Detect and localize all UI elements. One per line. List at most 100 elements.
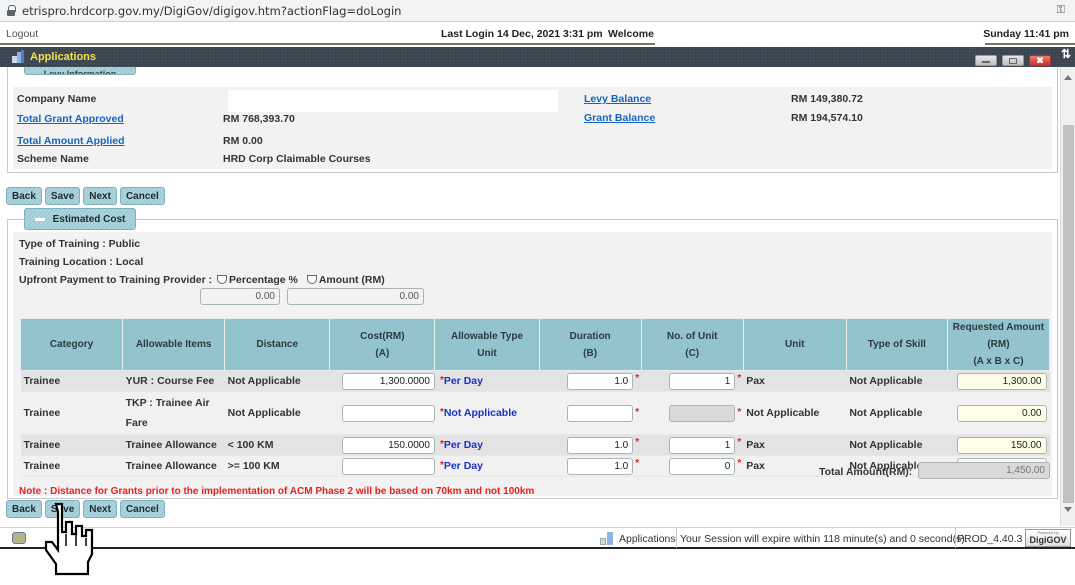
company-name-value (228, 90, 558, 112)
scroll-down-arrow-icon[interactable] (1064, 507, 1072, 512)
levy-information-tab[interactable]: Levy Information (24, 67, 136, 75)
cost-input[interactable]: 150.0000 (341, 436, 435, 454)
back-button[interactable]: Back (6, 187, 42, 205)
allowable-type-unit-cell: *Per Day (434, 370, 540, 392)
requested-amount-input: 1,300.00 (956, 372, 1047, 390)
duration-cell: 1.0 * (539, 370, 642, 392)
status-separator (676, 528, 677, 548)
levy-information-tab-label: Levy Information (43, 69, 117, 75)
requested-amount-cell: 1,300.00 (947, 370, 1050, 392)
column-header: Allowable Type Unit (434, 318, 540, 371)
total-amount-input: 1,450.00 (918, 462, 1050, 479)
distance-cell: Not Applicable (224, 391, 330, 435)
cost-input[interactable] (341, 404, 435, 422)
total-grant-approved-link[interactable]: Total Grant Approved (17, 113, 124, 125)
required-marker: * (635, 457, 640, 469)
column-header: No. of Unit (C) (640, 318, 744, 371)
column-header-text: Allowable Type (450, 330, 524, 342)
training-location: Training Location : Local (19, 256, 144, 268)
column-header: Duration (B) (538, 318, 642, 371)
upfront-amount-input[interactable]: 0.00 (287, 288, 424, 305)
no-of-unit-cell: 1 * (641, 434, 744, 456)
browser-address-bar[interactable]: etrispro.hrdcorp.gov.my/DigiGov/digigov.… (0, 0, 1075, 22)
logout-link[interactable]: Logout (6, 28, 38, 40)
window-title: Applications (30, 51, 97, 63)
table-row: Trainee TKP : Trainee Air Fare Not Appli… (20, 391, 1050, 435)
no-of-unit-input (669, 404, 736, 422)
column-header-text: Distance (256, 339, 299, 350)
column-header-text: Requested Amount (952, 322, 1045, 333)
swap-arrows-icon[interactable]: ⇅ (1061, 48, 1071, 60)
maximize-icon (1009, 57, 1017, 64)
upfront-percentage-input[interactable]: 0.00 (200, 288, 280, 305)
unit-cell: Pax (743, 434, 847, 456)
cost-input[interactable] (341, 457, 435, 475)
status-app-label[interactable]: Applications (619, 533, 676, 545)
total-amount-applied-link[interactable]: Total Amount Applied (17, 135, 125, 147)
levy-balance-link[interactable]: Levy Balance (584, 93, 651, 105)
no-of-unit-input[interactable]: 1 (669, 436, 736, 454)
welcome-text: Welcome (608, 28, 654, 40)
minimize-button[interactable] (975, 55, 997, 66)
column-header: Cost(RM) (A) (329, 318, 436, 371)
column-header-text: Cost(RM) (360, 330, 405, 342)
requested-amount-cell: 150.00 (947, 434, 1050, 456)
back-button-bottom[interactable]: Back (6, 500, 42, 518)
amount-radio[interactable] (306, 274, 317, 284)
close-button[interactable]: ✖ (1029, 55, 1051, 66)
scroll-up-arrow-icon[interactable] (1064, 75, 1072, 80)
required-marker: * (635, 407, 640, 418)
column-header-text: Category (49, 339, 94, 350)
category-cell: Trainee (20, 370, 123, 392)
key-icon[interactable]: ⚿ (1057, 4, 1065, 17)
distance-cell: Not Applicable (224, 370, 330, 392)
table-header-row: Category Allowable Items Distance Cost(RM) (… (19, 318, 1051, 371)
allowable-item-cell: Trainee Allowance (122, 455, 225, 477)
allowable-type-unit-cell: *Per Day (434, 434, 540, 456)
allowable-type-unit: Per Day (443, 375, 483, 387)
amount-radio-label: Amount (RM) (318, 274, 385, 286)
grant-balance-link[interactable]: Grant Balance (584, 112, 655, 124)
no-of-unit-cell: 0 * (641, 455, 744, 477)
duration-input[interactable]: 1.0 (567, 457, 634, 475)
no-of-unit-input[interactable]: 0 (669, 457, 736, 475)
cost-input[interactable]: 1,300.0000 (341, 372, 435, 390)
duration-input[interactable]: 1.0 (567, 436, 634, 454)
distance-note: Note : Distance for Grants prior to the … (19, 486, 535, 497)
category-cell: Trainee (20, 391, 123, 435)
percentage-radio[interactable] (217, 274, 228, 284)
current-datetime: Sunday 11:41 pm (983, 28, 1069, 40)
close-icon: ✖ (1036, 55, 1044, 65)
cancel-button[interactable]: Cancel (119, 187, 165, 205)
estimated-cost-tab[interactable]: Estimated Cost (24, 208, 136, 230)
required-marker: * (635, 372, 640, 384)
maximize-button[interactable] (1002, 55, 1024, 66)
required-marker: * (635, 436, 640, 448)
allowable-type-unit: Per Day (443, 460, 483, 472)
start-logo-icon[interactable] (12, 532, 26, 544)
category-cell: Trainee (20, 455, 123, 477)
cost-cell: 1,300.0000 (329, 370, 435, 392)
next-button[interactable]: Next (83, 187, 117, 205)
column-header-text: (A) (375, 347, 390, 359)
no-of-unit-input[interactable]: 1 (669, 372, 736, 390)
allowable-type-unit-cell: *Per Day (434, 455, 540, 477)
scheme-name-value: HRD Corp Claimable Courses (223, 153, 371, 165)
url-text[interactable]: etrispro.hrdcorp.gov.my/DigiGov/digigov.… (22, 4, 401, 18)
duration-input[interactable]: 1.0 (567, 372, 634, 390)
cost-cell (329, 391, 435, 435)
scrollbar-thumb[interactable] (1063, 125, 1074, 503)
type-of-skill-cell: Not Applicable (846, 391, 948, 435)
allowable-type-unit-cell: *Not Applicable (434, 391, 540, 435)
cost-cell (329, 455, 435, 477)
window-header: Applications ✖ ⇅ (0, 47, 1075, 67)
grant-balance-value: RM 194,574.10 (791, 112, 863, 124)
vertical-scrollbar[interactable] (1060, 67, 1075, 526)
duration-input[interactable] (567, 404, 634, 422)
levy-information-panel: Levy Information Company Name Total Gran… (7, 67, 1058, 173)
column-header: Requested Amount (RM) (A x B x C) (946, 318, 1051, 371)
save-button[interactable]: Save (44, 187, 81, 205)
cancel-button-bottom[interactable]: Cancel (119, 500, 165, 518)
required-marker: * (737, 372, 742, 384)
estimated-cost-body: Type of Training : Public Training Locat… (13, 232, 1052, 497)
